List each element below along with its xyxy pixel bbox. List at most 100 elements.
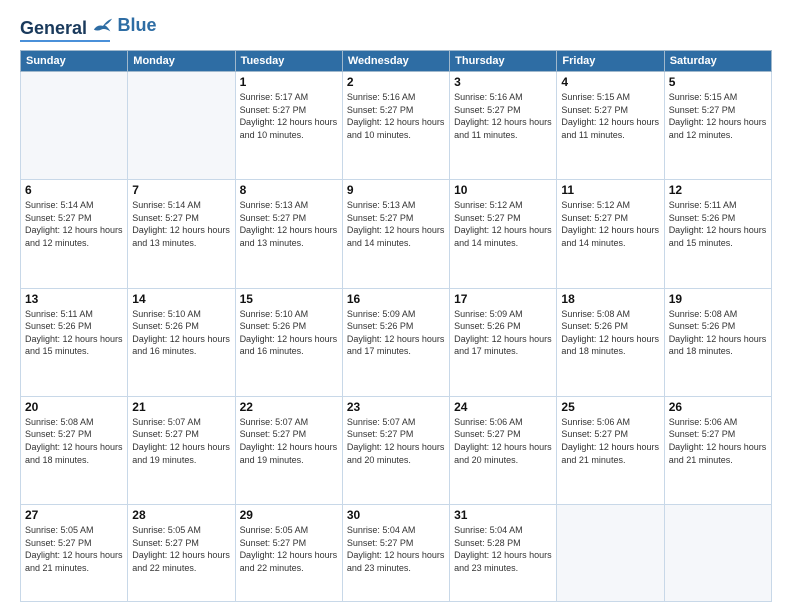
calendar-day-cell: 23Sunrise: 5:07 AMSunset: 5:27 PMDayligh… bbox=[342, 396, 449, 504]
logo-blue-text: Blue bbox=[118, 15, 157, 35]
day-number: 25 bbox=[561, 400, 659, 414]
sunrise-text: Sunrise: 5:17 AM bbox=[240, 92, 309, 102]
calendar-day-cell: 18Sunrise: 5:08 AMSunset: 5:26 PMDayligh… bbox=[557, 288, 664, 396]
day-number: 7 bbox=[132, 183, 230, 197]
daylight-minutes: and 14 minutes. bbox=[454, 238, 518, 248]
daylight-label: Daylight: 12 hours hours bbox=[240, 442, 338, 452]
day-info: Sunrise: 5:12 AMSunset: 5:27 PMDaylight:… bbox=[561, 199, 659, 249]
sunset-text: Sunset: 5:27 PM bbox=[240, 429, 307, 439]
daylight-label: Daylight: 12 hours hours bbox=[454, 442, 552, 452]
day-number: 31 bbox=[454, 508, 552, 522]
day-number: 19 bbox=[669, 292, 767, 306]
sunset-text: Sunset: 5:26 PM bbox=[240, 321, 307, 331]
daylight-minutes: and 23 minutes. bbox=[454, 563, 518, 573]
daylight-minutes: and 23 minutes. bbox=[347, 563, 411, 573]
day-info: Sunrise: 5:10 AMSunset: 5:26 PMDaylight:… bbox=[240, 308, 338, 358]
day-info: Sunrise: 5:11 AMSunset: 5:26 PMDaylight:… bbox=[25, 308, 123, 358]
sunset-text: Sunset: 5:26 PM bbox=[132, 321, 199, 331]
daylight-label: Daylight: 12 hours hours bbox=[240, 117, 338, 127]
sunrise-text: Sunrise: 5:16 AM bbox=[454, 92, 523, 102]
day-of-week-header: Thursday bbox=[450, 51, 557, 72]
calendar-day-cell: 28Sunrise: 5:05 AMSunset: 5:27 PMDayligh… bbox=[128, 505, 235, 602]
sunset-text: Sunset: 5:28 PM bbox=[454, 538, 521, 548]
calendar-day-cell: 25Sunrise: 5:06 AMSunset: 5:27 PMDayligh… bbox=[557, 396, 664, 504]
page: General Blue SundayMondayTuesdayWednesda… bbox=[0, 0, 792, 612]
day-of-week-header: Friday bbox=[557, 51, 664, 72]
day-number: 13 bbox=[25, 292, 123, 306]
calendar-day-cell: 2Sunrise: 5:16 AMSunset: 5:27 PMDaylight… bbox=[342, 72, 449, 180]
header: General Blue bbox=[20, 16, 772, 42]
calendar-day-cell: 8Sunrise: 5:13 AMSunset: 5:27 PMDaylight… bbox=[235, 180, 342, 288]
sunset-text: Sunset: 5:26 PM bbox=[454, 321, 521, 331]
sunrise-text: Sunrise: 5:06 AM bbox=[669, 417, 738, 427]
sunset-text: Sunset: 5:27 PM bbox=[347, 429, 414, 439]
sunset-text: Sunset: 5:27 PM bbox=[240, 213, 307, 223]
day-info: Sunrise: 5:05 AMSunset: 5:27 PMDaylight:… bbox=[25, 524, 123, 574]
calendar-day-cell: 24Sunrise: 5:06 AMSunset: 5:27 PMDayligh… bbox=[450, 396, 557, 504]
daylight-minutes: and 15 minutes. bbox=[669, 238, 733, 248]
sunrise-text: Sunrise: 5:10 AM bbox=[240, 309, 309, 319]
day-info: Sunrise: 5:08 AMSunset: 5:26 PMDaylight:… bbox=[669, 308, 767, 358]
calendar-day-cell bbox=[557, 505, 664, 602]
day-number: 15 bbox=[240, 292, 338, 306]
calendar-day-cell: 27 Sunrise: 5:05 AMSunset: 5:27 PMDayligh… bbox=[21, 505, 128, 602]
calendar-week-row: 20Sunrise: 5:08 AMSunset: 5:27 PMDayligh… bbox=[21, 396, 772, 504]
day-number: 26 bbox=[669, 400, 767, 414]
day-info: Sunrise: 5:09 AMSunset: 5:26 PMDaylight:… bbox=[347, 308, 445, 358]
daylight-minutes: and 10 minutes. bbox=[347, 130, 411, 140]
sunrise-text: Sunrise: 5:12 AM bbox=[454, 200, 523, 210]
day-number: 22 bbox=[240, 400, 338, 414]
logo: General Blue bbox=[20, 16, 157, 42]
day-info: Sunrise: 5:08 AMSunset: 5:26 PMDaylight:… bbox=[561, 308, 659, 358]
daylight-minutes: and 12 minutes. bbox=[25, 238, 89, 248]
sunset-text: Sunset: 5:27 PM bbox=[132, 429, 199, 439]
day-info: Sunrise: 5:15 AMSunset: 5:27 PMDaylight:… bbox=[561, 91, 659, 141]
sunrise-text: Sunrise: 5:11 AM bbox=[25, 309, 93, 319]
day-number: 14 bbox=[132, 292, 230, 306]
daylight-label: Daylight: 12 hours hours bbox=[561, 442, 659, 452]
calendar-day-cell: 14Sunrise: 5:10 AMSunset: 5:26 PMDayligh… bbox=[128, 288, 235, 396]
daylight-label: Daylight: 12 hours hours bbox=[454, 334, 552, 344]
day-number: 11 bbox=[561, 183, 659, 197]
day-number: 9 bbox=[347, 183, 445, 197]
calendar-day-cell: 13 Sunrise: 5:11 AMSunset: 5:26 PMDayligh… bbox=[21, 288, 128, 396]
day-info: Sunrise: 5:09 AMSunset: 5:26 PMDaylight:… bbox=[454, 308, 552, 358]
day-number: 16 bbox=[347, 292, 445, 306]
calendar-day-cell: 30Sunrise: 5:04 AMSunset: 5:27 PMDayligh… bbox=[342, 505, 449, 602]
sunset-text: Sunset: 5:27 PM bbox=[561, 429, 628, 439]
sunrise-text: Sunrise: 5:13 AM bbox=[240, 200, 309, 210]
daylight-label: Daylight: 12 hours hours bbox=[669, 334, 767, 344]
calendar-day-cell: 1Sunrise: 5:17 AMSunset: 5:27 PMDaylight… bbox=[235, 72, 342, 180]
sunrise-text: Sunrise: 5:07 AM bbox=[347, 417, 416, 427]
calendar-day-cell: 31Sunrise: 5:04 AMSunset: 5:28 PMDayligh… bbox=[450, 505, 557, 602]
calendar-day-cell bbox=[128, 72, 235, 180]
daylight-label: Daylight: 12 hours hours bbox=[669, 225, 767, 235]
logo-text: General bbox=[20, 16, 114, 38]
daylight-label: Daylight: 12 hours hours bbox=[347, 442, 445, 452]
day-info: Sunrise: 5:07 AMSunset: 5:27 PMDaylight:… bbox=[240, 416, 338, 466]
sunset-text: Sunset: 5:26 PM bbox=[669, 213, 736, 223]
day-number: 27 bbox=[25, 508, 123, 522]
day-number: 3 bbox=[454, 75, 552, 89]
sunrise-text: Sunrise: 5:16 AM bbox=[347, 92, 416, 102]
daylight-label: Daylight: 12 hours hours bbox=[454, 225, 552, 235]
sunset-text: Sunset: 5:27 PM bbox=[132, 213, 199, 223]
day-info: Sunrise: 5:08 AMSunset: 5:27 PMDaylight:… bbox=[25, 416, 123, 466]
sunset-text: Sunset: 5:27 PM bbox=[25, 429, 92, 439]
sunset-text: Sunset: 5:27 PM bbox=[454, 105, 521, 115]
sunrise-text: Sunrise: 5:06 AM bbox=[454, 417, 523, 427]
calendar-day-cell: 16 Sunrise: 5:09 AMSunset: 5:26 PMDayligh… bbox=[342, 288, 449, 396]
calendar-day-cell: 15Sunrise: 5:10 AMSunset: 5:26 PMDayligh… bbox=[235, 288, 342, 396]
day-number: 21 bbox=[132, 400, 230, 414]
day-info: Sunrise: 5:13 AMSunset: 5:27 PMDaylight:… bbox=[240, 199, 338, 249]
daylight-label: Daylight: 12 hours hours bbox=[347, 550, 445, 560]
daylight-label: Daylight: 12 hours hours bbox=[132, 225, 230, 235]
calendar-table: SundayMondayTuesdayWednesdayThursdayFrid… bbox=[20, 50, 772, 602]
sunset-text: Sunset: 5:26 PM bbox=[561, 321, 628, 331]
daylight-minutes: and 13 minutes. bbox=[240, 238, 304, 248]
day-info: Sunrise: 5:07 AM Sunset: 5:27 PM Daylight:… bbox=[347, 416, 445, 466]
daylight-minutes: and 14 minutes. bbox=[347, 238, 411, 248]
logo-bird-icon bbox=[92, 16, 114, 34]
day-number: 4 bbox=[561, 75, 659, 89]
daylight-minutes: and 22 minutes. bbox=[132, 563, 196, 573]
